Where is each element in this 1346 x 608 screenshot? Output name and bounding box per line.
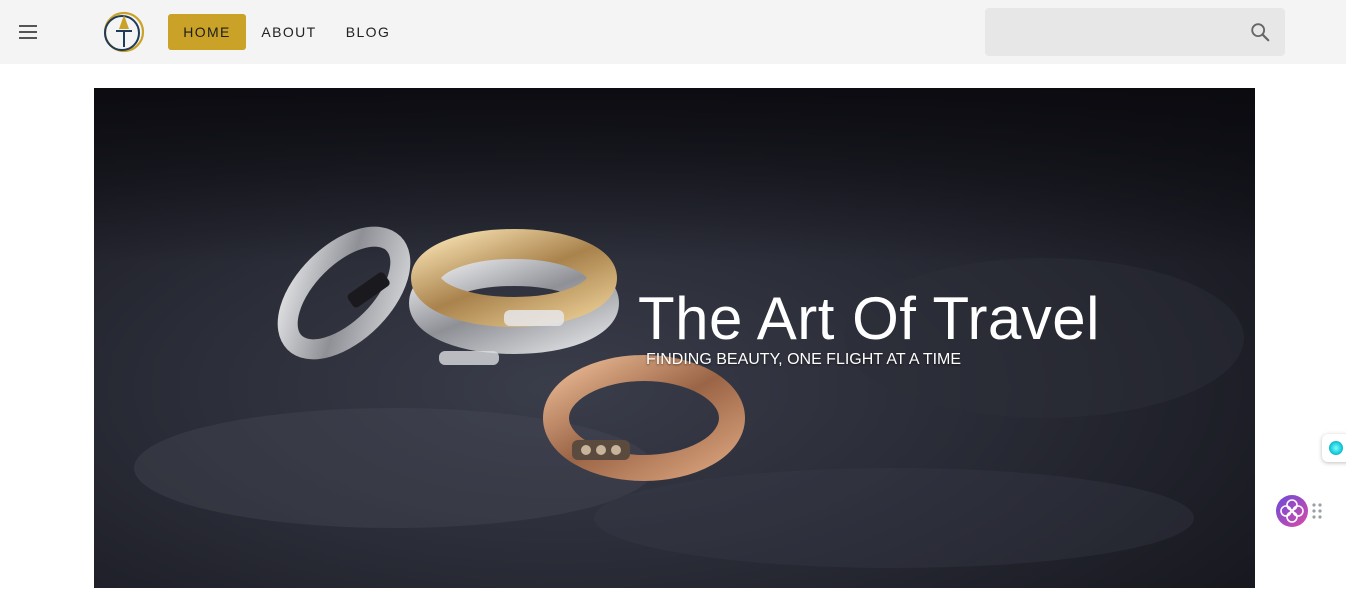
search-icon[interactable] bbox=[1249, 21, 1271, 43]
assistant-button[interactable] bbox=[1276, 495, 1308, 527]
nav-about[interactable]: ABOUT bbox=[252, 14, 326, 50]
nav-home[interactable]: HOME bbox=[168, 14, 246, 50]
drag-grip-icon[interactable] bbox=[1312, 503, 1322, 519]
hero-subtitle: FINDING BEAUTY, ONE FLIGHT AT A TIME bbox=[646, 351, 962, 368]
top-navigation-bar: HOME ABOUT BLOG bbox=[0, 0, 1346, 64]
compass-logo-icon bbox=[103, 11, 145, 53]
flower-assistant-icon bbox=[1280, 499, 1304, 523]
hero-banner: The Art Of Travel FINDING BEAUTY, ONE FL… bbox=[94, 88, 1255, 588]
search-box bbox=[985, 8, 1285, 56]
nav-blog[interactable]: BLOG bbox=[336, 14, 400, 50]
hero-title: The Art Of Travel bbox=[638, 285, 1100, 352]
cyan-orb-icon bbox=[1329, 441, 1343, 455]
search-input[interactable] bbox=[985, 8, 1235, 56]
menu-icon[interactable] bbox=[16, 20, 40, 44]
side-widget-button[interactable] bbox=[1322, 434, 1346, 462]
site-logo[interactable] bbox=[98, 11, 150, 53]
